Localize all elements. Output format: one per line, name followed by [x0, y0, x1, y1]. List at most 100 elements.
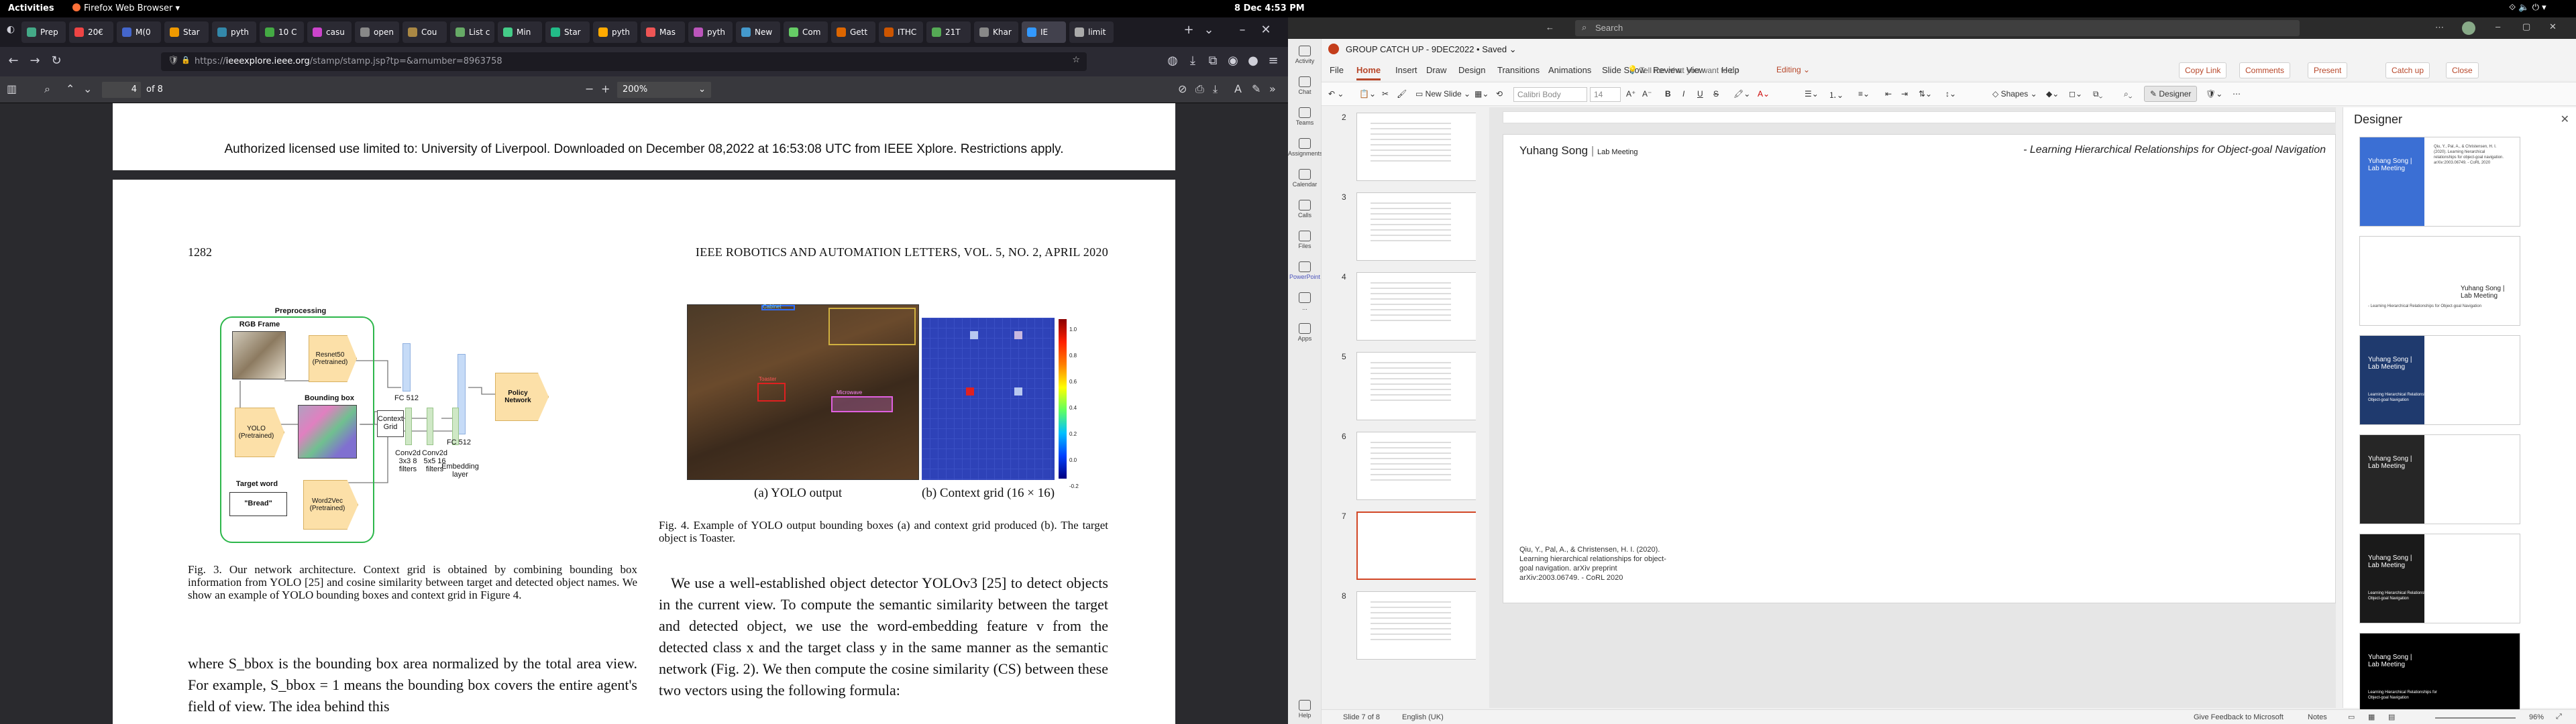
underline-icon[interactable]: U [1697, 89, 1703, 99]
feedback-link[interactable]: Give Feedback to Microsoft [2194, 713, 2284, 721]
comments-button[interactable]: Comments [2239, 62, 2291, 78]
browser-tab[interactable]: Prep [21, 21, 66, 43]
list-tabs-icon[interactable]: ⌄ [1201, 23, 1217, 37]
language-status[interactable]: English (UK) [1402, 713, 1444, 721]
browser-tab[interactable]: Khar [974, 21, 1018, 43]
firefox-account-icon[interactable]: ● [1245, 54, 1261, 68]
design-idea-card[interactable]: Yuhang Song | Lab Meeting [2359, 434, 2520, 524]
draw-tool-icon[interactable]: ✎ [1252, 82, 1260, 95]
slide-thumbnail[interactable] [1356, 352, 1476, 420]
browser-tab[interactable]: M(0 [117, 21, 161, 43]
design-idea-card[interactable]: Yuhang Song | Lab Meeting Learning Hierar… [2359, 335, 2520, 425]
browser-tab[interactable]: open [355, 21, 399, 43]
rail-item[interactable]: Teams [1288, 107, 1322, 126]
fill-icon[interactable]: ◆⌄ [2046, 89, 2059, 99]
rail-item[interactable]: Activity [1288, 46, 1322, 64]
save-icon[interactable]: ⤓ [1213, 82, 1218, 96]
rail-item[interactable]: Help [1288, 700, 1322, 719]
minimize-icon[interactable]: – [1234, 23, 1250, 37]
present-button[interactable]: Present [2308, 62, 2348, 78]
tell-me-box[interactable]: Tell me what you want to do [1640, 66, 1739, 75]
bold-icon[interactable]: B [1665, 89, 1671, 99]
more-tools-icon[interactable]: » [1269, 82, 1276, 95]
browser-tab[interactable]: Cou [402, 21, 447, 43]
ribbon-tab[interactable]: Draw [1426, 65, 1446, 75]
system-tray[interactable]: ⟐ 🔈 ⏻ ▾ [2509, 3, 2569, 15]
line-spacing-icon[interactable]: ↕⌄ [1945, 89, 1956, 99]
design-idea-card[interactable]: Yuhang Song | Lab Meeting Qiu, Y., Pal, A… [2359, 137, 2520, 227]
zoom-slider[interactable] [2435, 717, 2516, 719]
nav-back-icon[interactable]: ← [1546, 22, 1554, 32]
next-page-icon[interactable]: ⌄ [83, 82, 92, 95]
browser-tab[interactable]: 20€ [69, 21, 113, 43]
downloads-icon[interactable]: ⤓ [1185, 54, 1201, 68]
new-slide-button[interactable]: ▭ New Slide ⌄ [1415, 89, 1470, 99]
browser-tab[interactable]: ITHC [879, 21, 923, 43]
align-icon[interactable]: ≡⌄ [1858, 89, 1870, 99]
paste-icon[interactable]: 📋⌄ [1359, 89, 1376, 99]
account-icon[interactable]: ◉ [1225, 54, 1241, 68]
browser-tab[interactable]: Star [164, 21, 209, 43]
rail-item[interactable]: Files [1288, 231, 1322, 249]
arrange-icon[interactable]: ⧉⌄ [2093, 89, 2102, 99]
slide-thumbnail[interactable] [1356, 432, 1476, 500]
layout-icon[interactable]: ▦⌄ [1474, 89, 1489, 99]
activities-button[interactable]: Activities [8, 3, 54, 13]
browser-tab[interactable]: IE [1022, 21, 1066, 43]
browser-tab[interactable]: casu [307, 21, 352, 43]
browser-tab[interactable]: Min [498, 21, 542, 43]
slide-thumbnail[interactable] [1356, 113, 1476, 181]
font-color-icon[interactable]: A⌄ [1758, 89, 1770, 99]
find-icon[interactable]: ⌕⌄ [2124, 89, 2132, 99]
browser-tab[interactable]: Com [784, 21, 828, 43]
find-icon[interactable]: ⌕ [44, 82, 50, 96]
browser-tab[interactable]: Gett [831, 21, 875, 43]
reload-icon[interactable]: ↻ [48, 54, 64, 68]
ribbon-tab[interactable]: File [1330, 65, 1344, 75]
design-idea-card[interactable]: Yuhang Song | Lab Meeting Learning Hierar… [2359, 534, 2520, 623]
browser-tab[interactable]: List c [450, 21, 494, 43]
design-idea-card[interactable]: Yuhang Song | Lab Meeting - Learning Hier… [2359, 236, 2520, 326]
menu-icon[interactable]: ≡ [1265, 54, 1281, 68]
text-direction-icon[interactable]: ⇅⌄ [1919, 89, 1932, 99]
zoom-in-icon[interactable]: + [601, 82, 610, 95]
notes-button[interactable]: Notes [2308, 713, 2327, 721]
browser-tab[interactable]: Star [545, 21, 590, 43]
url-bar[interactable]: 🛡 🔒 https://ieeexplore.ieee.org/stamp/st… [161, 52, 1087, 71]
ribbon-tab[interactable]: Home [1356, 65, 1381, 80]
rail-item[interactable]: PowerPoint [1288, 261, 1322, 280]
app-menu[interactable]: Firefox Web Browser ▾ [72, 3, 180, 13]
browser-tab[interactable]: pyth [212, 21, 256, 43]
slide-thumbnail[interactable] [1356, 511, 1476, 580]
ribbon-tab[interactable]: Insert [1395, 65, 1417, 75]
rail-item[interactable]: ... [1288, 292, 1322, 311]
teams-more-icon[interactable]: ⋯ [2435, 22, 2444, 33]
slide-thumbnail[interactable] [1356, 192, 1476, 261]
designer-button[interactable]: ✎ Designer [2144, 86, 2198, 102]
copy-link-button[interactable]: Copy Link [2179, 62, 2227, 78]
rail-item[interactable]: Assignments [1288, 138, 1323, 157]
bookmark-star-icon[interactable]: ☆ [1072, 55, 1080, 65]
rail-item[interactable]: Calendar [1288, 169, 1322, 188]
ribbon-tab[interactable]: Design [1458, 65, 1485, 75]
zoom-level[interactable]: 96% [2529, 713, 2544, 721]
more-ribbon-icon[interactable]: ⋯ [2233, 89, 2241, 99]
firefox-view-icon[interactable]: ◐ [3, 24, 19, 35]
outline-icon[interactable]: ◻⌄ [2069, 89, 2082, 99]
new-tab-button[interactable]: + [1181, 23, 1197, 37]
ribbon-tab[interactable]: Animations [1548, 65, 1591, 75]
sorter-view-icon[interactable]: ▦ [2368, 713, 2375, 721]
rail-item[interactable]: Chat [1288, 76, 1322, 95]
clock[interactable]: 8 Dec 4:53 PM [1234, 3, 1305, 13]
extensions-icon[interactable]: ⧉ [1205, 54, 1221, 68]
browser-tab[interactable]: Mas [641, 21, 685, 43]
forward-icon[interactable]: → [27, 54, 43, 68]
fit-slide-icon[interactable]: ⤢ [2556, 713, 2562, 721]
browser-tab[interactable]: pyth [688, 21, 733, 43]
prev-page-icon[interactable]: ⌃ [66, 82, 74, 95]
slide-thumbnail[interactable] [1356, 591, 1476, 660]
bullets-icon[interactable]: ☰⌄ [1805, 89, 1819, 99]
back-icon[interactable]: ← [5, 54, 21, 68]
normal-view-icon[interactable]: ▭ [2348, 713, 2355, 721]
pdf-viewer[interactable]: Authorized licensed use limited to: Univ… [0, 103, 1288, 724]
